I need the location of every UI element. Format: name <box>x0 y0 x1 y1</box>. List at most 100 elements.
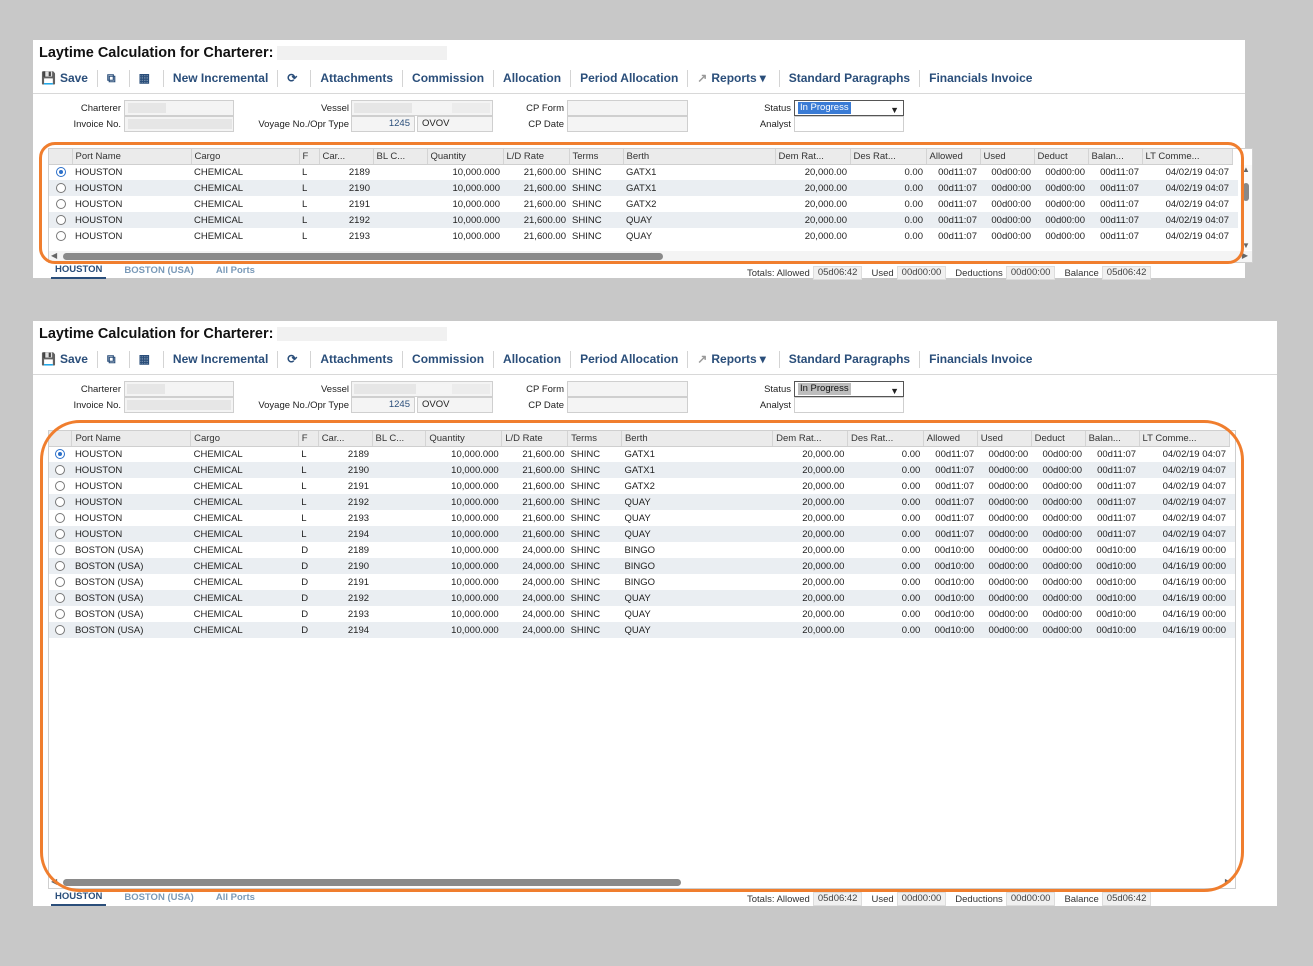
scroll-thumb[interactable] <box>63 253 663 260</box>
column-header[interactable]: Dem Rat... <box>775 149 851 165</box>
scroll-right-icon[interactable]: ▶ <box>1225 877 1231 886</box>
column-header[interactable]: Quantity <box>427 149 504 165</box>
delete-button[interactable]: ▦ <box>139 71 154 85</box>
row-radio-button[interactable] <box>55 464 66 475</box>
table-row[interactable]: HOUSTON CHEMICAL L 2189 10,000.000 21,600.00 S… <box>49 164 1238 180</box>
table-row[interactable]: HOUSTON CHEMICAL L 2191 10,000.000 21,600.00 S… <box>49 196 1238 212</box>
column-header[interactable]: Allowed <box>923 431 978 447</box>
column-header[interactable]: Deduct <box>1031 431 1086 447</box>
status-dropdown[interactable]: In Progress ▼ <box>794 100 904 116</box>
standard-paragraphs-button[interactable]: Standard Paragraphs <box>789 71 910 85</box>
table-row[interactable]: BOSTON (USA) CHEMICAL D 2190 10,000.000 24,00… <box>49 558 1235 574</box>
table-row[interactable]: HOUSTON CHEMICAL L 2192 10,000.000 21,600.00 S… <box>49 212 1238 228</box>
column-header[interactable]: Terms <box>567 431 622 447</box>
commission-button[interactable]: Commission <box>412 71 484 85</box>
row-radio-button[interactable] <box>55 198 66 209</box>
column-header[interactable]: Dem Rat... <box>772 431 848 447</box>
save-button[interactable]: 💾 Save <box>41 71 88 85</box>
copy-button[interactable]: ⧉ <box>107 352 120 367</box>
column-header[interactable]: Balan... <box>1088 149 1143 165</box>
scroll-down-icon[interactable]: ▼ <box>1242 241 1250 250</box>
cp-form-field[interactable] <box>567 381 688 397</box>
table-row[interactable]: HOUSTON CHEMICAL L 2191 10,000.000 21,600.00 S… <box>49 478 1235 494</box>
status-dropdown[interactable]: In Progress ▼ <box>794 381 904 397</box>
period-allocation-button[interactable]: Period Allocation <box>580 71 678 85</box>
column-header[interactable]: Des Rat... <box>847 431 924 447</box>
table-row[interactable]: HOUSTON CHEMICAL L 2190 10,000.000 21,600.00 S… <box>49 462 1235 478</box>
table-row[interactable]: BOSTON (USA) CHEMICAL D 2193 10,000.000 24,00… <box>49 606 1235 622</box>
invoice-field[interactable] <box>124 397 234 413</box>
table-row[interactable]: BOSTON (USA) CHEMICAL D 2194 10,000.000 24,00… <box>49 622 1235 638</box>
row-radio-button[interactable] <box>55 230 66 241</box>
opr-type-field[interactable]: OVOV <box>417 397 493 413</box>
column-header[interactable]: BL C... <box>373 149 428 165</box>
scroll-left-icon[interactable]: ◀ <box>51 877 57 886</box>
table-row[interactable]: HOUSTON CHEMICAL L 2193 10,000.000 21,600.00 S… <box>49 510 1235 526</box>
row-radio-button[interactable] <box>55 214 66 225</box>
row-radio-button[interactable] <box>55 576 66 587</box>
vessel-field[interactable] <box>351 381 493 397</box>
reports-menu[interactable]: ↗ Reports ▾ <box>697 71 769 85</box>
table-row[interactable]: HOUSTON CHEMICAL L 2194 10,000.000 21,600.00 S… <box>49 526 1235 542</box>
column-header[interactable]: F <box>299 149 320 165</box>
row-radio-button[interactable] <box>55 167 66 178</box>
scroll-thumb[interactable] <box>63 879 681 886</box>
horizontal-scrollbar[interactable]: ◀ ▶ <box>49 877 1235 888</box>
financials-invoice-button[interactable]: Financials Invoice <box>929 352 1032 366</box>
row-radio-button[interactable] <box>55 560 66 571</box>
table-row[interactable]: BOSTON (USA) CHEMICAL D 2191 10,000.000 24,00… <box>49 574 1235 590</box>
delete-button[interactable]: ▦ <box>139 352 154 366</box>
column-header[interactable]: Cargo <box>191 149 300 165</box>
copy-button[interactable]: ⧉ <box>107 71 120 86</box>
voyage-no-field[interactable]: 1245 <box>351 397 415 413</box>
column-header[interactable]: Berth <box>621 431 774 447</box>
tab-houston[interactable]: HOUSTON <box>51 890 107 906</box>
row-radio-button[interactable] <box>55 624 66 635</box>
column-header[interactable]: Port Name <box>71 431 192 447</box>
voyage-no-field[interactable]: 1245 <box>351 116 415 132</box>
column-header[interactable]: Balan... <box>1085 431 1140 447</box>
analyst-field[interactable] <box>794 397 904 413</box>
opr-type-field[interactable]: OVOV <box>417 116 493 132</box>
tab-boston[interactable]: BOSTON (USA) <box>120 264 198 278</box>
column-header[interactable]: L/D Rate <box>501 431 569 447</box>
column-header[interactable]: LT Comme... <box>1142 149 1233 165</box>
allocation-button[interactable]: Allocation <box>503 71 561 85</box>
table-row[interactable]: HOUSTON CHEMICAL L 2189 10,000.000 21,600.00 S… <box>49 446 1235 462</box>
new-incremental-button[interactable]: New Incremental <box>173 71 268 85</box>
attachments-button[interactable]: Attachments <box>320 352 393 366</box>
attachments-button[interactable]: Attachments <box>320 71 393 85</box>
scroll-left-icon[interactable]: ◀ <box>51 251 57 260</box>
horizontal-scrollbar[interactable]: ◀ ▶ <box>49 251 1252 262</box>
column-header[interactable]: BL C... <box>372 431 427 447</box>
row-radio-button[interactable] <box>55 608 66 619</box>
commission-button[interactable]: Commission <box>412 352 484 366</box>
allocation-button[interactable]: Allocation <box>503 352 561 366</box>
invoice-field[interactable] <box>124 116 234 132</box>
row-radio-button[interactable] <box>55 496 66 507</box>
scroll-up-icon[interactable]: ▲ <box>1242 165 1250 174</box>
row-radio-button[interactable] <box>55 449 66 460</box>
row-radio-button[interactable] <box>55 544 66 555</box>
column-header[interactable]: Terms <box>569 149 624 165</box>
standard-paragraphs-button[interactable]: Standard Paragraphs <box>789 352 910 366</box>
new-incremental-button[interactable]: New Incremental <box>173 352 268 366</box>
row-radio-button[interactable] <box>55 182 66 193</box>
cp-date-field[interactable] <box>567 116 688 132</box>
column-header[interactable]: L/D Rate <box>503 149 570 165</box>
charterer-field[interactable] <box>124 381 234 397</box>
table-row[interactable]: HOUSTON CHEMICAL L 2193 10,000.000 21,600.00 S… <box>49 228 1238 244</box>
column-header[interactable]: Quantity <box>425 431 503 447</box>
column-header[interactable]: Used <box>980 149 1035 165</box>
column-header[interactable]: Des Rat... <box>850 149 927 165</box>
save-button[interactable]: 💾 Save <box>41 352 88 366</box>
reports-menu[interactable]: ↗ Reports ▾ <box>697 352 769 366</box>
column-header[interactable]: Allowed <box>926 149 981 165</box>
table-row[interactable]: BOSTON (USA) CHEMICAL D 2192 10,000.000 24,00… <box>49 590 1235 606</box>
column-header[interactable]: Port Name <box>72 149 192 165</box>
charterer-field[interactable] <box>124 100 234 116</box>
tab-all-ports[interactable]: All Ports <box>212 264 259 278</box>
tab-all-ports[interactable]: All Ports <box>212 891 259 905</box>
tab-boston[interactable]: BOSTON (USA) <box>120 891 198 905</box>
refresh-button[interactable]: ⟳ <box>287 71 301 85</box>
